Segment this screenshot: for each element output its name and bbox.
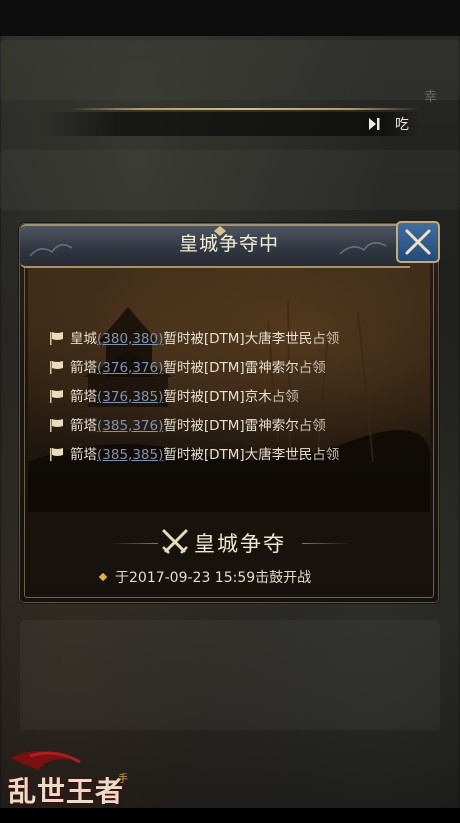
entry-status: 暂时被[DTM] (163, 418, 245, 434)
background-tile (20, 620, 440, 730)
entry-suffix: 占领 (312, 447, 340, 463)
entry-status: 暂时被[DTM] (163, 360, 245, 376)
start-action: 击鼓开战 (255, 570, 312, 586)
background-tile (0, 40, 460, 100)
section-divider-right (302, 543, 350, 544)
chat-message: 吃 (395, 117, 409, 133)
flag-icon (50, 361, 63, 374)
entry-suffix: 占领 (298, 418, 326, 434)
entry-coord-link[interactable]: (385,385) (97, 447, 163, 463)
voice-mute-icon[interactable] (368, 116, 384, 132)
entry-suffix: 占领 (298, 360, 326, 376)
entry-coord-link[interactable]: (376,385) (97, 389, 163, 405)
close-x-icon (405, 229, 431, 255)
list-item: 箭塔(376,376)暂时被[DTM]雷神索尔占领 (49, 356, 326, 376)
entry-status: 暂时被[DTM] (163, 389, 245, 405)
panel-title: 皇城争夺中 (178, 233, 279, 255)
entry-status: 暂时被[DTM] (163, 447, 245, 463)
entry-coord-link[interactable]: (380,380) (97, 331, 163, 347)
flag-icon (50, 419, 63, 432)
section-divider-left (110, 543, 158, 544)
entry-owner: 京木 (244, 389, 272, 405)
list-item: 皇城(380,380)暂时被[DTM]大唐李世民占领 (49, 327, 339, 347)
crossed-swords-icon (162, 529, 188, 554)
entry-owner: 雷神索尔 (244, 418, 299, 434)
start-date: 于2017-09-23 15:59 (115, 570, 256, 586)
flag-icon (50, 448, 63, 461)
flag-icon (50, 332, 63, 345)
entry-place: 箭塔 (70, 360, 97, 376)
status-bar (0, 0, 460, 36)
entry-coord-link[interactable]: (385,376) (97, 418, 163, 434)
entry-coord-link[interactable]: (376,376) (97, 360, 163, 376)
flag-icon (50, 390, 63, 403)
chat-divider (70, 108, 420, 110)
entry-suffix: 占领 (312, 331, 340, 347)
entry-place: 箭塔 (70, 447, 97, 463)
diamond-bullet-icon (98, 572, 108, 582)
chat-bar[interactable] (40, 112, 420, 136)
entry-owner: 大唐李世民 (244, 331, 313, 347)
entry-place: 箭塔 (70, 418, 97, 434)
game-logo-text: 乱世王者 (8, 775, 125, 808)
list-item: 箭塔(385,376)暂时被[DTM]雷神索尔占领 (49, 414, 326, 434)
entry-place: 箭塔 (70, 389, 97, 405)
section-title: 皇城争夺 (194, 532, 286, 556)
entry-owner: 大唐李世民 (244, 447, 313, 463)
entry-status: 暂时被[DTM] (163, 331, 245, 347)
entry-suffix: 占领 (271, 389, 299, 405)
logo-badge: 手 (118, 774, 128, 785)
close-button[interactable] (396, 221, 440, 263)
list-item: 箭塔(376,385)暂时被[DTM]京木占领 (49, 385, 299, 405)
background-text: 幸 (424, 90, 438, 105)
background-tile (0, 150, 460, 210)
entry-owner: 雷神索尔 (244, 360, 299, 376)
list-item: 箭塔(385,385)暂时被[DTM]大唐李世民占领 (49, 443, 339, 463)
battle-start-time: 于2017-09-23 15:59击鼓开战 (98, 567, 312, 587)
entry-place: 皇城 (70, 331, 97, 347)
